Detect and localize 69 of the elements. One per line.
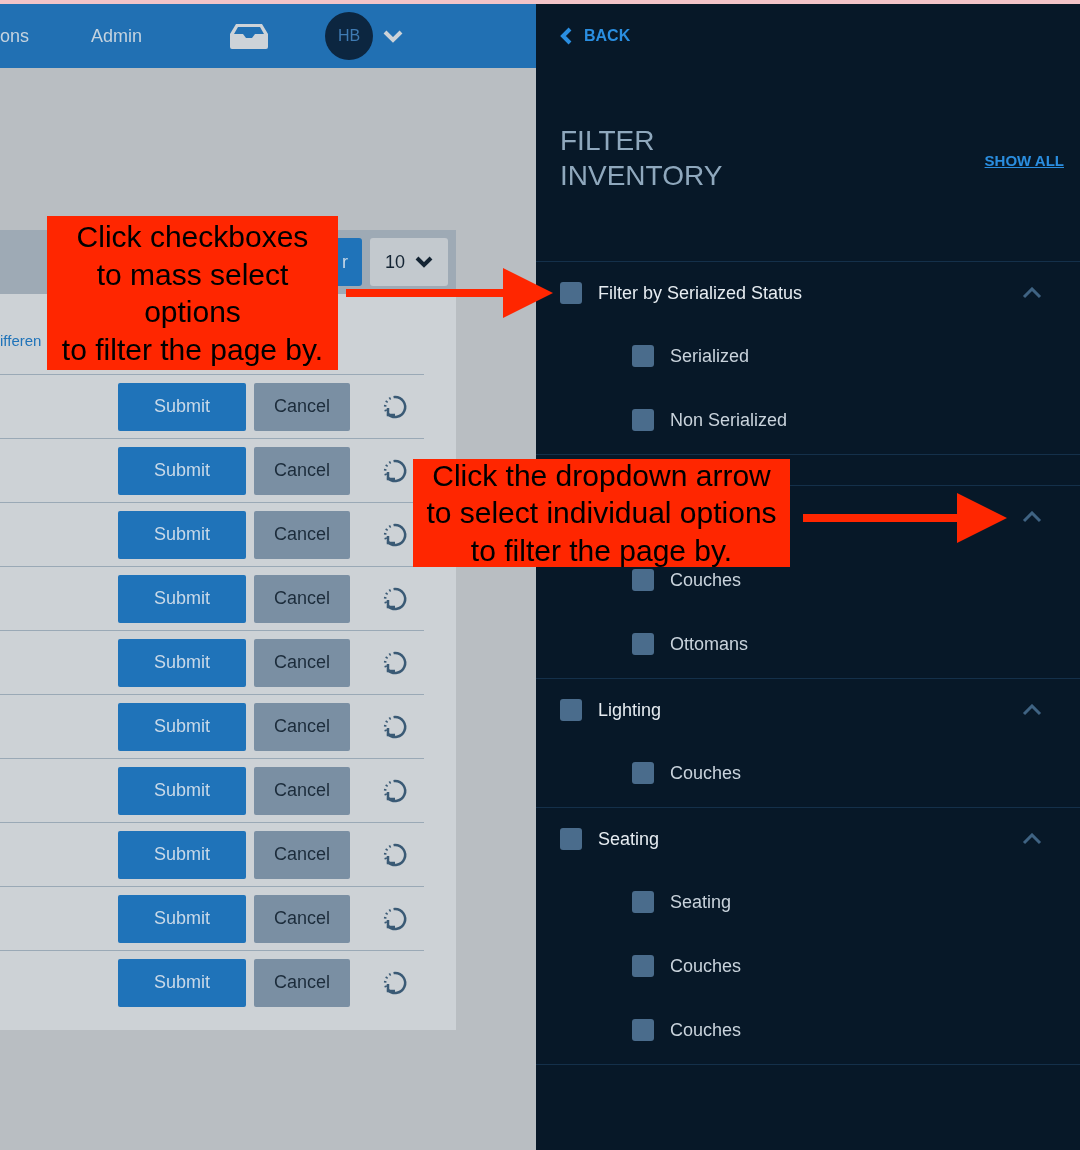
filter-option-label: Couches — [670, 1018, 742, 1042]
filter-option-label: Non Serialized — [670, 408, 788, 432]
callout-tooltip: Click the dropdown arrow to select individual options to filter the page by. — [413, 459, 790, 567]
cancel-button[interactable]: Cancel — [254, 382, 350, 431]
cancel-button[interactable]: Cancel — [254, 574, 350, 623]
cancel-button[interactable]: Cancel — [254, 702, 350, 751]
checkbox[interactable] — [632, 569, 654, 591]
checkbox[interactable] — [632, 633, 654, 655]
refresh-icon[interactable] — [382, 969, 408, 996]
back-link[interactable]: BACK — [560, 24, 631, 48]
refresh-icon[interactable] — [382, 457, 408, 484]
checkbox[interactable] — [632, 1019, 654, 1041]
filter-option-label: Serialized — [670, 344, 750, 368]
nav-link[interactable]: ons — [0, 22, 30, 50]
chevron-down-icon[interactable] — [383, 29, 404, 43]
panel-title: FILTER INVENTORY — [560, 123, 724, 193]
submit-button[interactable]: Submit — [118, 766, 246, 815]
submit-button[interactable]: Submit — [118, 574, 246, 623]
submit-button[interactable]: Submit — [118, 638, 246, 687]
checkbox[interactable] — [632, 762, 654, 784]
refresh-icon[interactable] — [382, 649, 408, 676]
chevron-up-icon[interactable] — [1022, 287, 1042, 299]
filter-group-label: Lighting — [598, 698, 662, 722]
inbox-icon[interactable] — [230, 23, 269, 49]
filter-group-label: Seating — [598, 827, 660, 851]
cancel-button[interactable]: Cancel — [254, 958, 350, 1007]
chevron-left-icon — [560, 27, 572, 45]
checkbox[interactable] — [632, 891, 654, 913]
filter-option-label: Ottomans — [670, 632, 749, 656]
submit-button[interactable]: Submit — [118, 446, 246, 495]
cancel-button[interactable]: Cancel — [254, 638, 350, 687]
page-size-dropdown[interactable]: 10 — [370, 238, 448, 286]
chevron-up-icon[interactable] — [1022, 704, 1042, 716]
chevron-up-icon[interactable] — [1022, 511, 1042, 523]
checkbox[interactable] — [560, 828, 582, 850]
refresh-icon[interactable] — [382, 841, 408, 868]
nav-link[interactable]: Admin — [91, 22, 143, 50]
cancel-button[interactable]: Cancel — [254, 830, 350, 879]
checkbox[interactable] — [560, 282, 582, 304]
filter-option-label: Couches — [670, 568, 742, 592]
cancel-button[interactable]: Cancel — [254, 446, 350, 495]
refresh-icon[interactable] — [382, 777, 408, 804]
chevron-up-icon[interactable] — [1022, 833, 1042, 845]
checkbox[interactable] — [632, 955, 654, 977]
callout-tooltip: Click checkboxes to mass select options to filter the page by. — [47, 216, 338, 370]
checkbox[interactable] — [560, 699, 582, 721]
checkbox[interactable] — [632, 345, 654, 367]
cancel-button[interactable]: Cancel — [254, 766, 350, 815]
filter-option-label: Couches — [670, 761, 742, 785]
avatar[interactable]: HB — [325, 12, 374, 60]
cancel-button[interactable]: Cancel — [254, 510, 350, 559]
filter-option-label: Seating — [670, 890, 732, 914]
refresh-icon[interactable] — [382, 521, 408, 548]
submit-button[interactable]: Submit — [118, 382, 246, 431]
filter-group-label: Filter by Serialized Status — [598, 281, 803, 305]
submit-button[interactable]: Submit — [118, 702, 246, 751]
chevron-down-icon — [415, 256, 433, 268]
submit-button[interactable]: Submit — [118, 510, 246, 559]
filter-option-label: Couches — [670, 954, 742, 978]
checkbox[interactable] — [632, 409, 654, 431]
submit-button[interactable]: Submit — [118, 894, 246, 943]
refresh-icon[interactable] — [382, 393, 408, 420]
cancel-button[interactable]: Cancel — [254, 894, 350, 943]
refresh-icon[interactable] — [382, 905, 408, 932]
show-all-link[interactable]: SHOW ALL — [984, 150, 1064, 173]
submit-button[interactable]: Submit — [118, 830, 246, 879]
refresh-icon[interactable] — [382, 713, 408, 740]
refresh-icon[interactable] — [382, 585, 408, 612]
submit-button[interactable]: Submit — [118, 958, 246, 1007]
